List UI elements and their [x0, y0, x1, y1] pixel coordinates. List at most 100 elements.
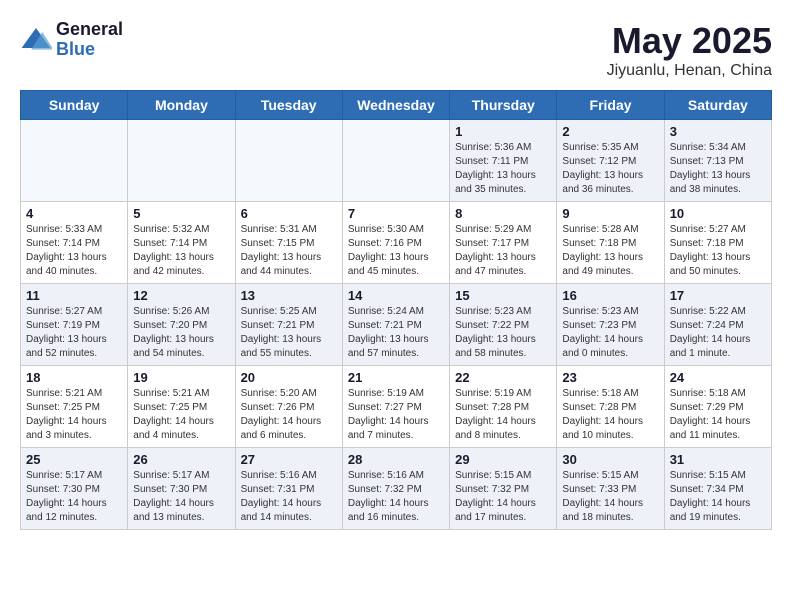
calendar-cell: 28 Sunrise: 5:16 AM Sunset: 7:32 PM Dayli… [342, 448, 449, 530]
day-number: 24 [670, 370, 766, 385]
calendar-cell: 6 Sunrise: 5:31 AM Sunset: 7:15 PM Daylig… [235, 202, 342, 284]
calendar-cell [342, 120, 449, 202]
calendar-header: Sunday Monday Tuesday Wednesday Thursday… [21, 91, 772, 120]
calendar-cell: 24Sunrise: 5:18 AM Sunset: 7:29 PM Dayli… [664, 366, 771, 448]
day-info: Sunrise: 5:29 AM Sunset: 7:17 PM Dayligh… [455, 223, 551, 279]
col-monday: Monday [128, 91, 235, 120]
calendar-cell: 12Sunrise: 5:26 AM Sunset: 7:20 PM Dayli… [128, 284, 235, 366]
header-row: Sunday Monday Tuesday Wednesday Thursday… [21, 91, 772, 120]
calendar-title: May 2025 [607, 20, 772, 62]
calendar-table: Sunday Monday Tuesday Wednesday Thursday… [20, 90, 772, 530]
calendar-cell: 21 Sunrise: 5:19 AM Sunset: 7:27 PM Dayli… [342, 366, 449, 448]
week-row-4: 18 Sunrise: 5:21 AM Sunset: 7:25 PM Dayli… [21, 366, 772, 448]
calendar-cell: 31 Sunrise: 5:15 AM Sunset: 7:34 PM Dayli… [664, 448, 771, 530]
calendar-cell: 18 Sunrise: 5:21 AM Sunset: 7:25 PM Dayli… [21, 366, 128, 448]
logo-general: General [56, 20, 123, 40]
calendar-cell: 4Sunrise: 5:33 AM Sunset: 7:14 PM Daylig… [21, 202, 128, 284]
day-info: Sunrise: 5:27 AM Sunset: 7:19 PM Dayligh… [26, 305, 122, 361]
day-number: 7 [348, 206, 444, 221]
calendar-cell: 17 Sunrise: 5:22 AM Sunset: 7:24 PM Dayli… [664, 284, 771, 366]
day-info: Sunrise: 5:34 AM Sunset: 7:13 PM Dayligh… [670, 141, 766, 197]
day-info: Sunrise: 5:19 AM Sunset: 7:27 PM Dayligh… [348, 387, 444, 443]
calendar-cell: 27 Sunrise: 5:16 AM Sunset: 7:31 PM Dayli… [235, 448, 342, 530]
day-info: Sunrise: 5:21 AM Sunset: 7:25 PM Dayligh… [133, 387, 229, 443]
day-number: 11 [26, 288, 122, 303]
day-info: Sunrise: 5:25 AM Sunset: 7:21 PM Dayligh… [241, 305, 337, 361]
day-number: 8 [455, 206, 551, 221]
calendar-cell: 25Sunrise: 5:17 AM Sunset: 7:30 PM Dayli… [21, 448, 128, 530]
day-info: Sunrise: 5:26 AM Sunset: 7:20 PM Dayligh… [133, 305, 229, 361]
calendar-cell: 15 Sunrise: 5:23 AM Sunset: 7:22 PM Dayli… [450, 284, 557, 366]
day-info: Sunrise: 5:16 AM Sunset: 7:31 PM Dayligh… [241, 469, 337, 525]
day-info: Sunrise: 5:15 AM Sunset: 7:34 PM Dayligh… [670, 469, 766, 525]
day-info: Sunrise: 5:28 AM Sunset: 7:18 PM Dayligh… [562, 223, 658, 279]
calendar-cell: 23 Sunrise: 5:18 AM Sunset: 7:28 PM Dayli… [557, 366, 664, 448]
day-number: 4 [26, 206, 122, 221]
week-row-5: 25 Sunrise: 5:17 AM Sunset: 7:30 PM Dayli… [21, 448, 772, 530]
calendar-cell: 1Sunrise: 5:36 AM Sunset: 7:11 PM Daylig… [450, 120, 557, 202]
day-number: 25 [26, 452, 122, 467]
calendar-cell: 16Sunrise: 5:23 AM Sunset: 7:23 PM Dayli… [557, 284, 664, 366]
calendar-cell [128, 120, 235, 202]
day-number: 26 [133, 452, 229, 467]
day-number: 28 [348, 452, 444, 467]
calendar-cell: 8 Sunrise: 5:29 AM Sunset: 7:17 PM Daylig… [450, 202, 557, 284]
week-row-2: 4Sunrise: 5:33 AM Sunset: 7:14 PM Daylig… [21, 202, 772, 284]
col-sunday: Sunday [21, 91, 128, 120]
col-tuesday: Tuesday [235, 91, 342, 120]
day-info: Sunrise: 5:20 AM Sunset: 7:26 PM Dayligh… [241, 387, 337, 443]
col-thursday: Thursday [450, 91, 557, 120]
day-number: 17 [670, 288, 766, 303]
day-info: Sunrise: 5:22 AM Sunset: 7:24 PM Dayligh… [670, 305, 766, 361]
day-number: 16 [562, 288, 658, 303]
day-number: 6 [241, 206, 337, 221]
day-info: Sunrise: 5:23 AM Sunset: 7:22 PM Dayligh… [455, 305, 551, 361]
day-info: Sunrise: 5:31 AM Sunset: 7:15 PM Dayligh… [241, 223, 337, 279]
week-row-1: 1Sunrise: 5:36 AM Sunset: 7:11 PM Daylig… [21, 120, 772, 202]
calendar-cell: 26 Sunrise: 5:17 AM Sunset: 7:30 PM Dayli… [128, 448, 235, 530]
day-info: Sunrise: 5:24 AM Sunset: 7:21 PM Dayligh… [348, 305, 444, 361]
day-number: 18 [26, 370, 122, 385]
calendar-cell: 29 Sunrise: 5:15 AM Sunset: 7:32 PM Dayli… [450, 448, 557, 530]
col-wednesday: Wednesday [342, 91, 449, 120]
day-number: 15 [455, 288, 551, 303]
day-number: 3 [670, 124, 766, 139]
calendar-cell [235, 120, 342, 202]
day-info: Sunrise: 5:36 AM Sunset: 7:11 PM Dayligh… [455, 141, 551, 197]
calendar-cell: 22 Sunrise: 5:19 AM Sunset: 7:28 PM Dayli… [450, 366, 557, 448]
day-number: 10 [670, 206, 766, 221]
day-info: Sunrise: 5:35 AM Sunset: 7:12 PM Dayligh… [562, 141, 658, 197]
calendar-cell: 7 Sunrise: 5:30 AM Sunset: 7:16 PM Daylig… [342, 202, 449, 284]
day-number: 20 [241, 370, 337, 385]
day-info: Sunrise: 5:30 AM Sunset: 7:16 PM Dayligh… [348, 223, 444, 279]
day-number: 22 [455, 370, 551, 385]
day-info: Sunrise: 5:17 AM Sunset: 7:30 PM Dayligh… [133, 469, 229, 525]
calendar-cell: 20 Sunrise: 5:20 AM Sunset: 7:26 PM Dayli… [235, 366, 342, 448]
day-number: 27 [241, 452, 337, 467]
logo-blue-text: Blue [56, 40, 123, 60]
calendar-cell: 2 Sunrise: 5:35 AM Sunset: 7:12 PM Daylig… [557, 120, 664, 202]
calendar-cell [21, 120, 128, 202]
day-number: 19 [133, 370, 229, 385]
calendar-cell: 11 Sunrise: 5:27 AM Sunset: 7:19 PM Dayli… [21, 284, 128, 366]
day-info: Sunrise: 5:19 AM Sunset: 7:28 PM Dayligh… [455, 387, 551, 443]
day-info: Sunrise: 5:15 AM Sunset: 7:32 PM Dayligh… [455, 469, 551, 525]
day-info: Sunrise: 5:18 AM Sunset: 7:28 PM Dayligh… [562, 387, 658, 443]
logo: General Blue [20, 20, 123, 60]
header: General Blue May 2025 Jiyuanlu, Henan, C… [20, 20, 772, 80]
day-number: 2 [562, 124, 658, 139]
day-number: 21 [348, 370, 444, 385]
day-number: 14 [348, 288, 444, 303]
col-saturday: Saturday [664, 91, 771, 120]
logo-text: General Blue [56, 20, 123, 60]
calendar-cell: 9Sunrise: 5:28 AM Sunset: 7:18 PM Daylig… [557, 202, 664, 284]
day-number: 29 [455, 452, 551, 467]
calendar-cell: 14 Sunrise: 5:24 AM Sunset: 7:21 PM Dayli… [342, 284, 449, 366]
day-info: Sunrise: 5:27 AM Sunset: 7:18 PM Dayligh… [670, 223, 766, 279]
calendar-cell: 19 Sunrise: 5:21 AM Sunset: 7:25 PM Dayli… [128, 366, 235, 448]
day-number: 31 [670, 452, 766, 467]
day-info: Sunrise: 5:21 AM Sunset: 7:25 PM Dayligh… [26, 387, 122, 443]
day-info: Sunrise: 5:16 AM Sunset: 7:32 PM Dayligh… [348, 469, 444, 525]
calendar-subtitle: Jiyuanlu, Henan, China [607, 62, 772, 80]
day-number: 23 [562, 370, 658, 385]
